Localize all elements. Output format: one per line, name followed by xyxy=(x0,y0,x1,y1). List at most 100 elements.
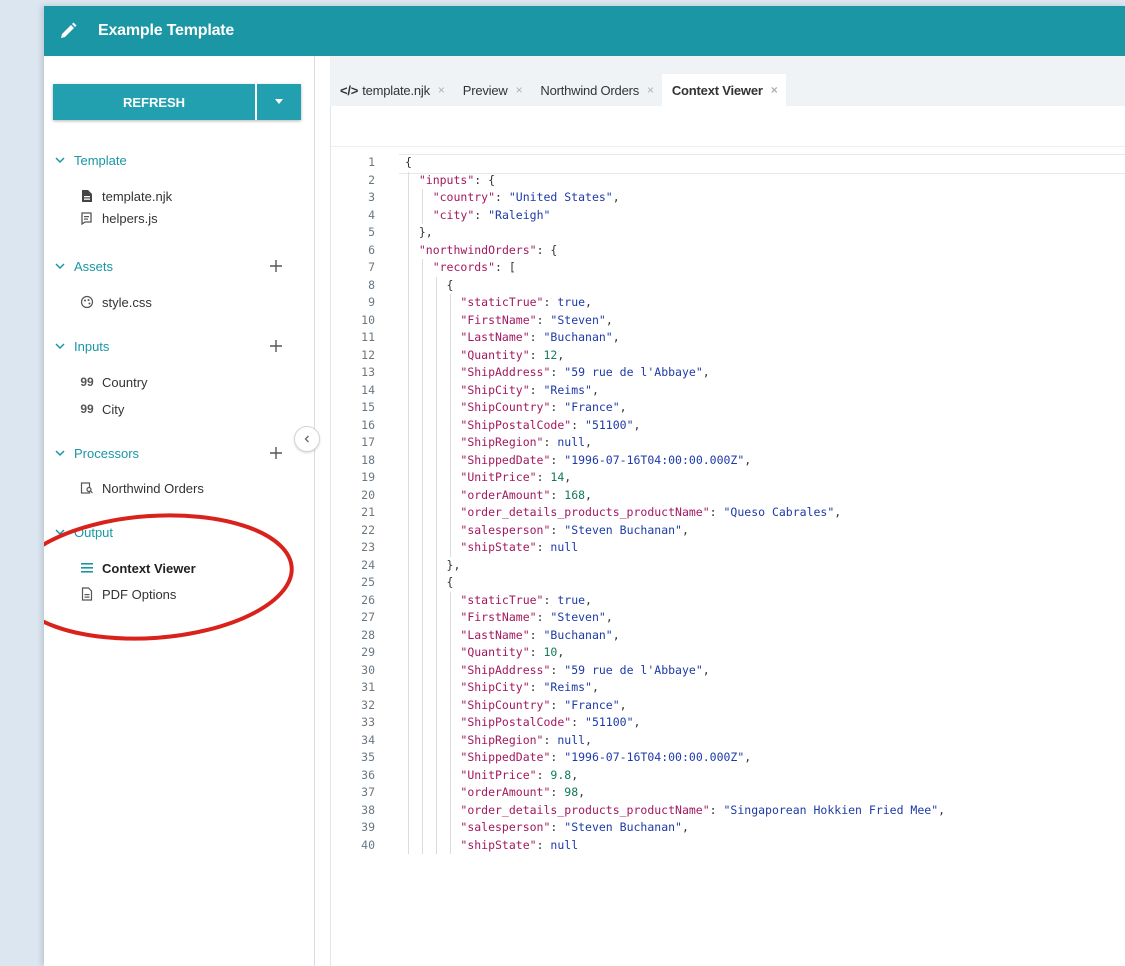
refresh-dropdown-button[interactable] xyxy=(257,84,301,120)
line-number: 20 xyxy=(361,487,375,502)
code-line: 19 "UnitPrice": 14, xyxy=(331,469,1125,487)
code-editor[interactable]: 1{2 "inputs": {3 "country": "United Stat… xyxy=(330,106,1125,966)
line-number: 35 xyxy=(361,750,375,764)
tab-preview[interactable]: Preview × xyxy=(453,74,531,106)
line-content: "northwindOrders": { xyxy=(418,242,558,257)
sidebar: REFRESH Template template.njk helpers.js… xyxy=(44,56,315,966)
line-number: 32 xyxy=(361,697,375,712)
code-line: 38 "order_details_products_productName":… xyxy=(331,801,1125,819)
line-content: "ShipCountry": "France", xyxy=(460,697,627,712)
palette-icon xyxy=(80,295,94,309)
line-number: 1 xyxy=(368,155,375,169)
tab-northwind-orders[interactable]: Northwind Orders × xyxy=(530,74,661,106)
line-content: "order_details_products_productName": "S… xyxy=(460,802,946,817)
tab-label: template.njk xyxy=(362,82,430,98)
code-line: 37 "orderAmount": 98, xyxy=(331,784,1125,802)
tab-template-njk[interactable]: </> template.njk × xyxy=(330,74,453,106)
refresh-button[interactable]: REFRESH xyxy=(53,84,255,120)
code-line: 29 "Quantity": 10, xyxy=(331,644,1125,662)
code-line: 18 "ShippedDate": "1996-07-16T04:00:00.0… xyxy=(331,451,1125,469)
section-inputs[interactable]: Inputs xyxy=(54,336,109,356)
code-line: 20 "orderAmount": 168, xyxy=(331,486,1125,504)
code-line: 8 { xyxy=(331,276,1125,294)
line-content: }, xyxy=(405,557,461,572)
section-assets[interactable]: Assets xyxy=(54,256,113,276)
code-line: 5 }, xyxy=(331,224,1125,242)
section-template[interactable]: Template xyxy=(54,150,127,170)
code-line: 33 "ShipPostalCode": "51100", xyxy=(331,714,1125,732)
line-content: "ShipCity": "Reims", xyxy=(460,680,599,694)
line-number: 13 xyxy=(361,365,375,379)
line-number: 2 xyxy=(368,172,375,187)
line-number: 6 xyxy=(368,242,375,257)
line-number: 25 xyxy=(361,575,375,589)
line-content: "FirstName": "Steven", xyxy=(460,312,613,327)
section-processors-label: Processors xyxy=(74,445,140,461)
line-number: 9 xyxy=(368,295,375,309)
quote-icon: 99 xyxy=(80,375,94,389)
pencil-icon[interactable] xyxy=(54,17,82,45)
section-inputs-label: Inputs xyxy=(74,338,110,354)
line-content: "shipState": null xyxy=(460,837,579,852)
line-number: 38 xyxy=(361,802,375,817)
close-icon[interactable]: × xyxy=(647,83,654,97)
close-icon[interactable]: × xyxy=(771,83,778,97)
tab-bar: </> template.njk × Preview × Northwind O… xyxy=(330,74,786,106)
line-number: 17 xyxy=(361,435,375,449)
tree-item-country[interactable]: 99 Country xyxy=(80,372,147,392)
line-content: }, xyxy=(405,225,433,239)
line-number: 34 xyxy=(361,732,375,747)
code-line: 26 "staticTrue": true, xyxy=(331,591,1125,609)
code-line: 15 "ShipCountry": "France", xyxy=(331,399,1125,417)
caret-down-icon xyxy=(275,99,283,104)
line-number: 27 xyxy=(361,610,375,624)
code-line: 23 "shipState": null xyxy=(331,539,1125,557)
quote-icon: 99 xyxy=(80,402,94,416)
line-content: "country": "United States", xyxy=(432,190,620,204)
section-processors[interactable]: Processors xyxy=(54,443,139,463)
code-line: 27 "FirstName": "Steven", xyxy=(331,609,1125,627)
tab-label: Northwind Orders xyxy=(540,82,640,98)
tree-item-northwind-orders[interactable]: Northwind Orders xyxy=(80,478,204,498)
close-icon[interactable]: × xyxy=(516,83,523,97)
line-content: "ShippedDate": "1996-07-16T04:00:00.000Z… xyxy=(460,452,752,467)
code-line: 11 "LastName": "Buchanan", xyxy=(331,329,1125,347)
code-line: 3 "country": "United States", xyxy=(331,189,1125,207)
line-number: 12 xyxy=(361,347,375,362)
line-number: 30 xyxy=(361,662,375,677)
file-icon xyxy=(80,189,94,203)
app-title: Example Template xyxy=(98,22,235,39)
tree-item-template-njk[interactable]: template.njk xyxy=(80,186,172,206)
main-panel: </> template.njk × Preview × Northwind O… xyxy=(330,56,1125,966)
chevron-down-icon xyxy=(55,343,65,350)
close-icon[interactable]: × xyxy=(438,83,445,97)
line-content: "ShipCountry": "France", xyxy=(460,400,627,414)
chevron-down-icon xyxy=(55,529,65,536)
add-input-icon[interactable] xyxy=(268,338,284,354)
code-line: 7 "records": [ xyxy=(331,259,1125,277)
add-asset-icon[interactable] xyxy=(268,258,284,274)
line-number: 39 xyxy=(361,820,375,834)
line-content: "shipState": null xyxy=(460,540,579,554)
add-processor-icon[interactable] xyxy=(268,445,284,461)
line-number: 37 xyxy=(361,785,375,799)
line-number: 4 xyxy=(368,207,375,222)
line-number: 28 xyxy=(361,627,375,642)
line-number: 14 xyxy=(361,382,375,397)
tree-item-helpers-js[interactable]: helpers.js xyxy=(80,208,158,228)
tree-item-context-viewer[interactable]: Context Viewer xyxy=(80,558,196,578)
line-content: "ShipPostalCode": "51100", xyxy=(460,417,641,432)
line-number: 21 xyxy=(361,505,375,519)
line-content: { xyxy=(405,155,412,169)
tree-item-style-css[interactable]: style.css xyxy=(80,292,152,312)
tree-item-pdf-options[interactable]: PDF Options xyxy=(80,584,176,604)
code-line: 16 "ShipPostalCode": "51100", xyxy=(331,416,1125,434)
code-line: 39 "salesperson": "Steven Buchanan", xyxy=(331,819,1125,837)
tree-item-city[interactable]: 99 City xyxy=(80,399,124,419)
tab-context-viewer[interactable]: Context Viewer × xyxy=(661,74,786,106)
line-number: 22 xyxy=(361,522,375,537)
line-content: "city": "Raleigh" xyxy=(432,207,551,222)
collapse-sidebar-button[interactable] xyxy=(294,426,320,452)
section-output[interactable]: Output xyxy=(54,522,113,542)
code-line: 6 "northwindOrders": { xyxy=(331,241,1125,259)
